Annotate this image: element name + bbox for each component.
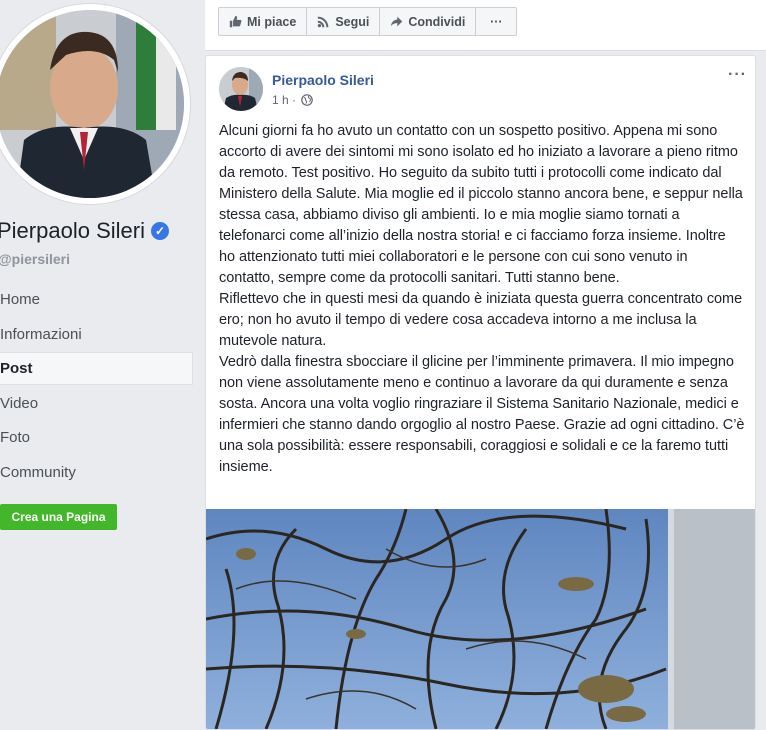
follow-label: Segui — [335, 14, 370, 29]
like-label: Mi piace — [247, 14, 297, 29]
page-name-text: Pierpaolo Sileri — [0, 218, 145, 243]
page-nav: Home Informazioni Post Video Foto Commun… — [0, 283, 193, 490]
post-author-avatar[interactable] — [219, 67, 263, 111]
post-body-text: Alcuni giorni fa ho avuto un contatto co… — [219, 123, 745, 475]
profile-picture[interactable] — [0, 10, 184, 198]
nav-item-informazioni[interactable]: Informazioni — [0, 318, 193, 351]
create-page-button[interactable]: Crea una Pagina — [0, 504, 117, 530]
nav-item-video[interactable]: Video — [0, 387, 193, 420]
post-author-name[interactable]: Pierpaolo Sileri — [272, 72, 374, 88]
nav-item-home[interactable]: Home — [0, 283, 193, 316]
page-handle[interactable]: @piersileri — [0, 251, 70, 267]
post-photo[interactable] — [206, 509, 755, 729]
post-timestamp[interactable]: 1 h · — [272, 93, 296, 107]
thumbs-up-icon — [229, 15, 242, 28]
rss-icon — [318, 16, 329, 28]
page-title[interactable]: Pierpaolo Sileri ✓ — [0, 218, 169, 244]
share-button[interactable]: Condividi — [379, 7, 477, 36]
verified-badge-icon: ✓ — [150, 222, 169, 240]
follow-button[interactable]: Segui — [306, 7, 381, 36]
share-label: Condividi — [408, 14, 466, 29]
nav-item-post[interactable]: Post — [0, 352, 193, 385]
page-sidebar: Pierpaolo Sileri ✓ @piersileri Home Info… — [0, 0, 200, 728]
more-options-button[interactable]: ··· — [475, 7, 518, 36]
globe-icon — [301, 94, 313, 106]
nav-item-foto[interactable]: Foto — [0, 421, 193, 454]
post-card: Pierpaolo Sileri 1 h · ··· Alcuni giorni… — [205, 55, 756, 730]
action-button-group: Mi piace Segui Condividi ··· — [218, 7, 518, 36]
post-options-button[interactable]: ··· — [728, 66, 747, 84]
post-meta: 1 h · — [272, 93, 313, 107]
nav-item-community[interactable]: Community — [0, 456, 193, 489]
like-page-button[interactable]: Mi piace — [218, 7, 308, 36]
page-action-bar: Mi piace Segui Condividi ··· — [205, 0, 766, 51]
share-arrow-icon — [391, 16, 403, 27]
